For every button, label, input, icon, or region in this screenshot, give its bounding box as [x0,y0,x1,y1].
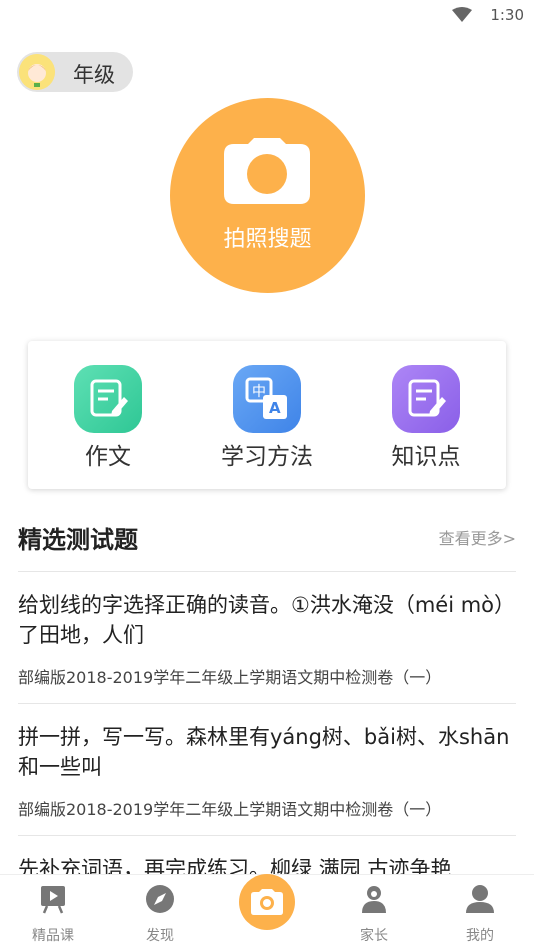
nav-label: 精品课 [32,928,74,944]
camera-label: 拍照搜题 [223,227,312,252]
wifi-icon [452,7,472,22]
avatar [19,54,55,90]
section-title: 精选测试题 [18,526,138,554]
feature-card: 作文 中 A 学习方法 知识点 [28,341,506,489]
question-text: 拼一拼，写一写。森林里有yáng树、bǎi树、水shān和一些叫 [18,725,510,779]
compass-icon [146,885,174,913]
feature-essay[interactable]: 作文 [28,341,188,489]
nav-parent[interactable]: 家长 [324,875,424,949]
nav-discover[interactable]: 发现 [110,875,210,949]
divider [18,571,516,572]
view-more-link[interactable]: 查看更多> [439,525,516,549]
essay-icon [74,365,142,433]
question-item[interactable]: 给划线的字选择正确的读音。①洪水淹没（méi mò）了田地，人们 部编版2018… [18,590,516,688]
status-bar: 1:30 [0,0,534,30]
nav-label: 发现 [146,928,174,944]
divider [18,835,516,836]
camera-icon [251,889,283,915]
feature-label: 学习方法 [221,444,313,470]
nav-label: 家长 [360,928,388,944]
status-time: 1:30 [490,6,524,24]
translate-icon: 中 A [233,365,301,433]
camera-icon [224,138,310,204]
question-item[interactable]: 拼一拼，写一写。森林里有yáng树、bǎi树、水shān和一些叫 部编版2018… [18,722,516,820]
nav-course[interactable]: 精品课 [3,875,103,949]
video-course-icon [41,886,65,914]
grade-label: 年级 [73,63,115,87]
parent-icon [362,886,386,913]
user-icon [466,885,494,913]
question-source: 部编版2018-2019学年二年级上学期语文期中检测卷（一） [18,668,442,687]
photo-search-button[interactable]: 拍照搜题 [170,98,365,293]
nav-camera-button[interactable] [239,874,295,930]
svg-text:A: A [269,399,281,417]
nav-profile[interactable]: 我的 [430,875,530,949]
bottom-nav: 精品课 发现 家长 我的 [0,874,534,949]
question-text: 给划线的字选择正确的读音。①洪水淹没（méi mò）了田地，人们 [18,593,516,647]
nav-label: 我的 [466,928,494,944]
feature-knowledge[interactable]: 知识点 [346,341,506,489]
grade-selector[interactable]: 年级 [17,52,133,92]
knowledge-icon [392,365,460,433]
divider [18,703,516,704]
feature-label: 知识点 [391,444,461,470]
feature-study-method[interactable]: 中 A 学习方法 [187,341,347,489]
feature-label: 作文 [85,444,131,470]
question-source: 部编版2018-2019学年二年级上学期语文期中检测卷（一） [18,800,442,819]
